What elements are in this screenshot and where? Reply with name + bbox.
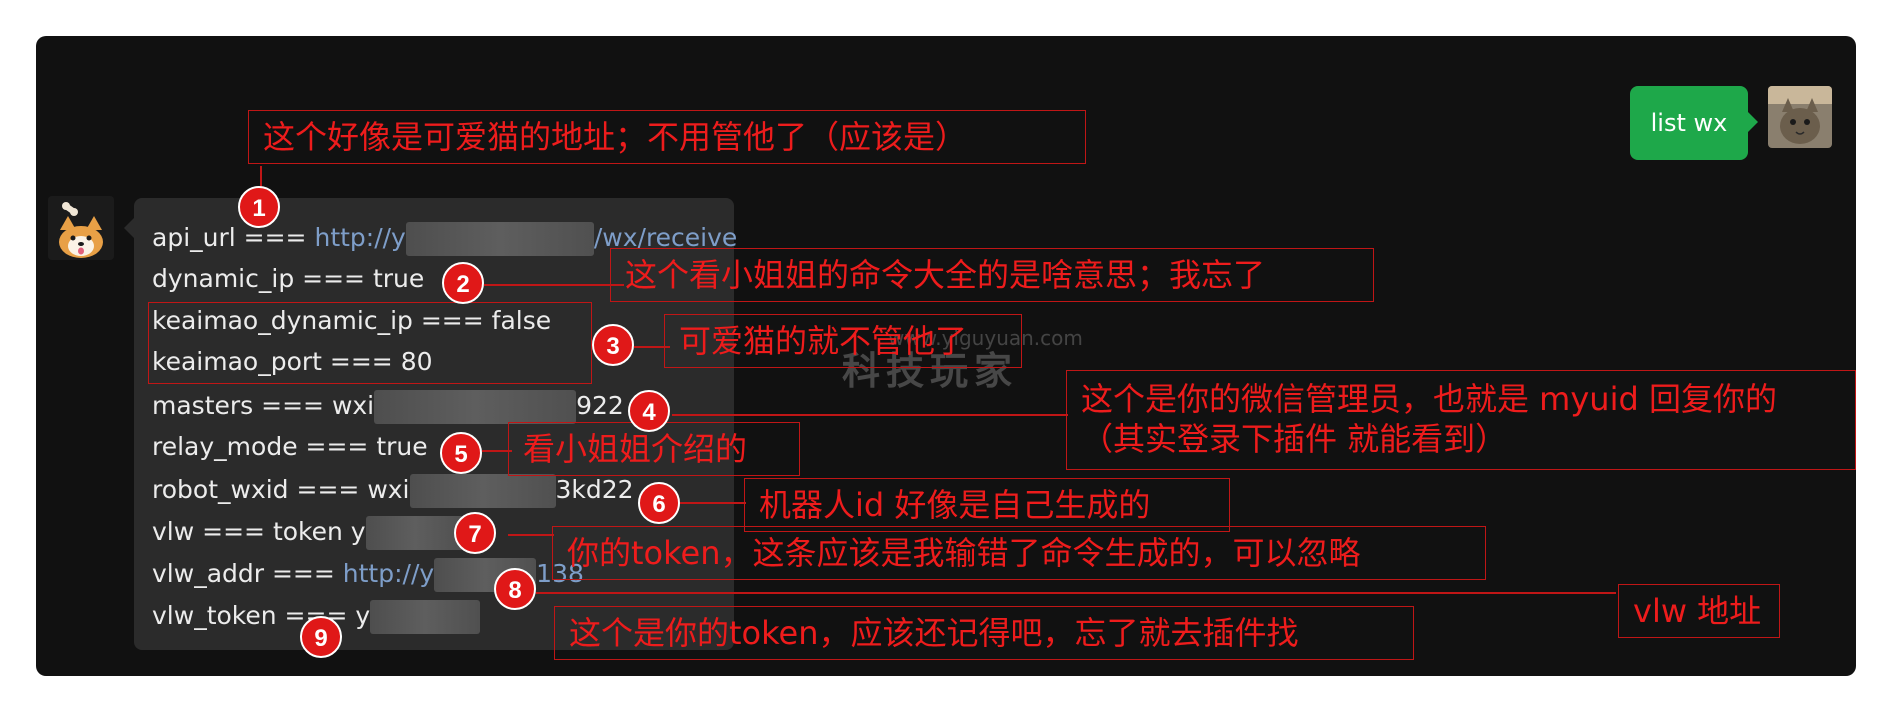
config-key: masters (152, 391, 254, 420)
redacted-blur (365, 516, 464, 550)
config-value: true (372, 264, 425, 293)
connector-6 (680, 502, 746, 504)
annotation-3: 可爱猫的就不管他了 (664, 314, 1022, 368)
annotation-6: 机器人id 好像是自己生成的 (744, 478, 1230, 532)
user-avatar[interactable] (1768, 86, 1832, 148)
config-key: vlw (152, 517, 195, 546)
config-key: api_url (152, 223, 236, 252)
config-value: wxi (367, 475, 410, 504)
annotation-8: vlw 地址 (1618, 584, 1780, 638)
badge-8: 8 (494, 568, 536, 610)
badge-6: 6 (638, 482, 680, 524)
config-value: wxi (331, 391, 375, 420)
separator: === (288, 475, 368, 504)
separator: === (264, 559, 343, 588)
config-key: vlw_token (152, 601, 277, 630)
bot-avatar[interactable] (48, 196, 114, 260)
redacted-blur (409, 474, 556, 508)
separator: === (253, 391, 332, 420)
vlw-addr-link[interactable]: http://y (343, 559, 434, 588)
badge-4: 4 (628, 390, 670, 432)
annotation-1: 这个好像是可爱猫的地址；不用管他了（应该是） (248, 110, 1086, 164)
config-line-relay-mode[interactable]: relay_mode === true (152, 432, 428, 462)
redacted-blur (370, 600, 481, 634)
config-line-vlw[interactable]: vlw === token y (152, 516, 464, 550)
highlight-box-keaimao (148, 302, 592, 384)
config-line-dynamic-ip[interactable]: dynamic_ip === true (152, 264, 424, 294)
connector-2 (484, 284, 624, 286)
annotation-2: 这个看小姐姐的命令大全的是啥意思；我忘了 (610, 248, 1374, 302)
config-value: true (376, 432, 428, 461)
annotation-9: 这个是你的token，应该还记得吧，忘了就去插件找 (554, 606, 1414, 660)
annotation-4: 这个是你的微信管理员，也就是 myuid 回复你的 （其实登录下插件 就能看到） (1066, 370, 1856, 470)
badge-7: 7 (454, 512, 496, 554)
config-key: robot_wxid (152, 475, 289, 504)
config-value-end: 3kd22 (555, 475, 634, 504)
sent-message-bubble[interactable]: list wx (1630, 86, 1758, 160)
separator: === (294, 264, 373, 293)
separator: === (235, 223, 315, 252)
annotation-7: 你的token，这条应该是我输错了命令生成的，可以忽略 (552, 526, 1486, 580)
separator: === (297, 432, 377, 461)
config-line-masters[interactable]: masters === wxi 922 (152, 390, 624, 424)
config-key: relay_mode (152, 432, 298, 461)
redacted-blur (374, 390, 577, 424)
config-value: token y (272, 517, 366, 546)
api-url-link[interactable]: http://y (314, 223, 405, 252)
connector-7 (508, 534, 554, 536)
badge-3: 3 (592, 324, 634, 366)
redacted-blur (405, 222, 594, 256)
connector-8 (536, 592, 1616, 594)
connector-4 (672, 414, 1068, 416)
config-value: y (355, 601, 371, 630)
annotation-4-line-2: （其实登录下插件 就能看到） (1081, 420, 1508, 458)
config-line-robot-wxid[interactable]: robot_wxid === wxi 3kd22 (152, 474, 634, 508)
annotation-4-line-1: 这个是你的微信管理员，也就是 myuid 回复你的 (1081, 380, 1777, 418)
config-key: dynamic_ip (152, 264, 295, 293)
separator: === (194, 517, 273, 546)
badge-2: 2 (442, 262, 484, 304)
badge-9: 9 (300, 616, 342, 658)
badge-5: 5 (440, 432, 482, 474)
badge-1: 1 (238, 186, 280, 228)
config-key: vlw_addr (152, 559, 265, 588)
config-value-end: 922 (576, 391, 624, 420)
